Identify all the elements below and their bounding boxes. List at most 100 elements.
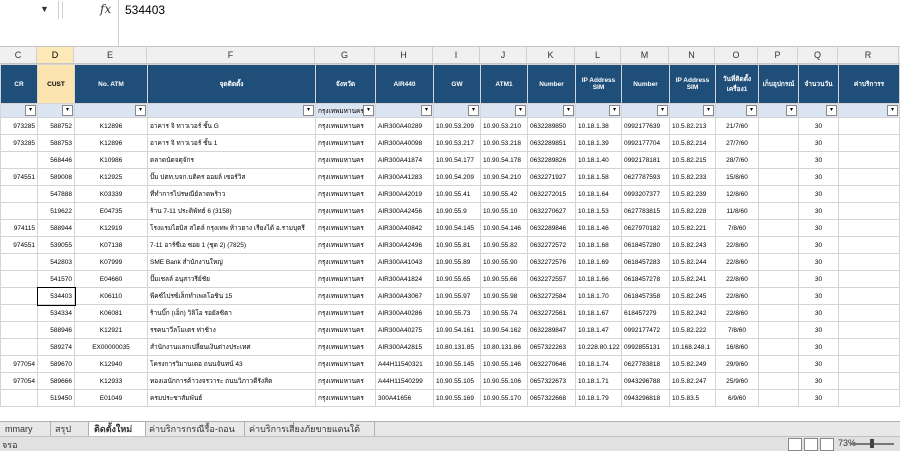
table-cell[interactable]: 0632272584: [527, 287, 576, 305]
table-cell[interactable]: AIR300A42815: [375, 338, 434, 356]
sheet-tab[interactable]: ติดตั้งใหม่: [88, 422, 146, 436]
table-cell[interactable]: 10.90.55.145: [433, 355, 481, 373]
table-cell[interactable]: [838, 219, 900, 237]
table-cell[interactable]: ที่ทำการไปรษณีย์ลาดพร้าว: [147, 185, 316, 203]
table-cell[interactable]: ปั๊ม ปตท.บจก.บติคร ออยล์ เซอร์วิส: [147, 168, 316, 186]
table-cell[interactable]: [758, 168, 799, 186]
table-cell[interactable]: [758, 151, 799, 169]
table-cell[interactable]: AIR300A42456: [375, 202, 434, 220]
column-letter-d[interactable]: D: [37, 47, 74, 63]
table-cell[interactable]: 0992178181: [621, 151, 670, 169]
table-cell[interactable]: [838, 185, 900, 203]
table-cell[interactable]: 10.90.54.209: [433, 168, 481, 186]
table-cell[interactable]: ร้านบิ๊ก (เอ็ก) วิลิโอ รอยัลซิตา: [147, 304, 316, 322]
table-cell[interactable]: K12896: [74, 117, 148, 135]
table-cell[interactable]: A44H11540299: [375, 372, 434, 390]
table-cell[interactable]: กรุงเทพมหานคร: [315, 168, 376, 186]
filter-dropdown-icon[interactable]: ▾: [657, 105, 668, 116]
filter-dropdown-icon[interactable]: ▾: [703, 105, 714, 116]
table-cell[interactable]: 6/9/60: [715, 389, 759, 407]
filter-cell[interactable]: ▾: [480, 103, 528, 118]
filter-dropdown-icon[interactable]: ▾: [62, 105, 73, 116]
table-cell[interactable]: 977054: [0, 372, 38, 390]
table-cell[interactable]: [0, 304, 38, 322]
filter-dropdown-icon[interactable]: ▾: [746, 105, 757, 116]
table-cell[interactable]: [758, 185, 799, 203]
table-cell[interactable]: 22/8/60: [715, 253, 759, 271]
table-cell[interactable]: [0, 151, 38, 169]
table-cell[interactable]: E04660: [74, 270, 148, 288]
column-letter-n[interactable]: N: [669, 47, 715, 63]
table-cell[interactable]: 589274: [37, 338, 75, 356]
table-cell[interactable]: E01049: [74, 389, 148, 407]
table-cell[interactable]: 0993207377: [621, 185, 670, 203]
table-cell[interactable]: AIR300A42496: [375, 236, 434, 254]
table-cell[interactable]: [838, 270, 900, 288]
column-letter-c[interactable]: C: [0, 47, 37, 63]
table-cell[interactable]: AIR300A40098: [375, 134, 434, 152]
column-letter-i[interactable]: I: [433, 47, 480, 63]
table-cell[interactable]: 10.90.53.209: [433, 117, 481, 135]
table-cell[interactable]: [838, 287, 900, 305]
table-cell[interactable]: K06110: [74, 287, 148, 305]
table-cell[interactable]: 21/7/60: [715, 117, 759, 135]
table-cell[interactable]: 0943296818: [621, 389, 670, 407]
table-cell[interactable]: 0632271927: [527, 168, 576, 186]
table-cell[interactable]: 10.90.55.89: [433, 253, 481, 271]
table-cell[interactable]: รรคนาวีลโมเตร ท่าช้าง: [147, 321, 316, 339]
table-cell[interactable]: 10.90.54.161: [433, 321, 481, 339]
table-cell[interactable]: 10.90.55.106: [480, 372, 528, 390]
table-cell[interactable]: 30: [798, 202, 839, 220]
table-cell[interactable]: 30: [798, 304, 839, 322]
table-cell[interactable]: 27/7/60: [715, 134, 759, 152]
table-cell[interactable]: ปั๊มเชลล์ อนุสาวรีย์ชัย: [147, 270, 316, 288]
table-cell[interactable]: 30: [798, 168, 839, 186]
table-cell[interactable]: 588944: [37, 219, 75, 237]
table-cell[interactable]: [758, 253, 799, 271]
table-cell[interactable]: 30: [798, 355, 839, 373]
table-cell[interactable]: 25/9/60: [715, 372, 759, 390]
table-cell[interactable]: 22/8/60: [715, 236, 759, 254]
filter-cell[interactable]: ▾: [37, 103, 75, 118]
table-cell[interactable]: 12/8/60: [715, 185, 759, 203]
table-cell[interactable]: 22/8/60: [715, 304, 759, 322]
filter-cell[interactable]: ▾: [798, 103, 839, 118]
table-cell[interactable]: 10.90.54.145: [433, 219, 481, 237]
table-cell[interactable]: 10.18.1.71: [575, 372, 622, 390]
table-cell[interactable]: 10.5.82.228: [669, 202, 716, 220]
table-cell[interactable]: 10.90.54.177: [433, 151, 481, 169]
table-cell[interactable]: 10.90.55.169: [433, 389, 481, 407]
column-letter-g[interactable]: G: [315, 47, 375, 63]
table-cell[interactable]: [838, 372, 900, 390]
table-cell[interactable]: 10.5.82.213: [669, 117, 716, 135]
filter-cell[interactable]: ▾: [375, 103, 434, 118]
table-cell[interactable]: 0632272572: [527, 236, 576, 254]
table-cell[interactable]: 10.90.55.97: [433, 287, 481, 305]
table-cell[interactable]: 10.90.54.146: [480, 219, 528, 237]
table-cell[interactable]: [0, 321, 38, 339]
filter-cell[interactable]: ▾: [147, 103, 316, 118]
column-letter-f[interactable]: F: [147, 47, 315, 63]
table-cell[interactable]: ครมประชาสัมพันธ์: [147, 389, 316, 407]
table-cell[interactable]: 589008: [37, 168, 75, 186]
table-cell[interactable]: กรุงเทพมหานคร: [315, 389, 376, 407]
table-cell[interactable]: AIR300A43067: [375, 287, 434, 305]
table-cell[interactable]: กรุงเทพมหานคร: [315, 304, 376, 322]
table-cell[interactable]: [758, 202, 799, 220]
table-cell[interactable]: 10.18.1.68: [575, 236, 622, 254]
table-cell[interactable]: [838, 168, 900, 186]
table-cell[interactable]: กรุงเทพมหานคร: [315, 236, 376, 254]
table-cell[interactable]: 589666: [37, 372, 75, 390]
table-cell[interactable]: 10.18.1.64: [575, 185, 622, 203]
column-letter-e[interactable]: E: [74, 47, 147, 63]
table-cell[interactable]: 22/8/60: [715, 287, 759, 305]
table-cell[interactable]: กรุงเทพมหานคร: [315, 185, 376, 203]
table-cell[interactable]: K07999: [74, 253, 148, 271]
filter-dropdown-icon[interactable]: ▾: [786, 105, 797, 116]
table-cell[interactable]: กรุงเทพมหานคร: [315, 151, 376, 169]
header-cell[interactable]: จุดติดตั้ง: [147, 64, 316, 104]
column-letter-k[interactable]: K: [527, 47, 575, 63]
table-cell[interactable]: 30: [798, 270, 839, 288]
filter-dropdown-icon[interactable]: ▾: [515, 105, 526, 116]
table-cell[interactable]: 15/8/60: [715, 168, 759, 186]
